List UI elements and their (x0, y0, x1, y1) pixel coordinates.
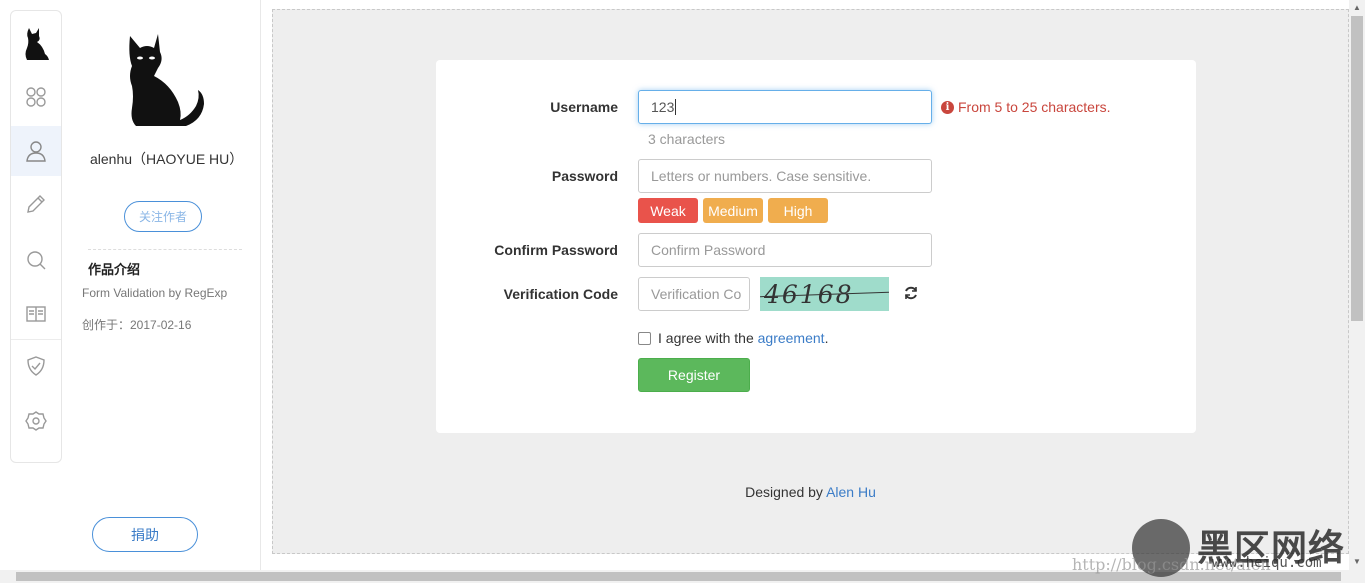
register-form-card: Username 123 i From 5 to 25 characters. … (436, 60, 1196, 433)
scroll-up-icon[interactable]: ▲ (1353, 3, 1361, 12)
intro-title: 作品介绍 (88, 262, 141, 277)
cat-logo-icon[interactable] (11, 19, 61, 69)
search-icon[interactable] (11, 235, 61, 285)
demo-area: Username 123 i From 5 to 25 characters. … (272, 9, 1349, 554)
settings-icon[interactable] (11, 396, 61, 446)
password-label: Password (551, 168, 618, 184)
author-panel: alenhu（HAOYUE HU） 关注作者 作品介绍 Form Validat… (70, 0, 260, 583)
book-icon[interactable] (11, 289, 61, 339)
vertical-scroll-thumb[interactable] (1351, 16, 1363, 321)
agreement-text: I agree with the agreement. (658, 330, 829, 346)
username-char-count: 3 characters (648, 131, 726, 147)
username-error: i From 5 to 25 characters. (941, 99, 1111, 115)
follow-author-button[interactable]: 关注作者 (124, 201, 202, 232)
strength-high: High (768, 198, 828, 223)
agreement-link[interactable]: agreement (758, 330, 825, 346)
username-input[interactable]: 123 (638, 90, 932, 124)
captcha-image[interactable]: 46168 (760, 277, 889, 311)
user-icon[interactable] (11, 126, 61, 176)
shield-icon[interactable] (11, 341, 61, 391)
footer-author-link[interactable]: Alen Hu (826, 484, 876, 500)
icon-rail (10, 10, 62, 463)
watermark-url: www.heiqu.com (1212, 555, 1322, 571)
vertical-scrollbar[interactable]: ▲ ▼ (1349, 0, 1365, 570)
created-date: 创作于：2017-02-16 (82, 318, 192, 332)
pencil-icon[interactable] (11, 179, 61, 229)
apps-icon[interactable] (11, 72, 61, 122)
author-name: alenhu（HAOYUE HU） (90, 151, 244, 167)
verification-code-label: Verification Code (503, 286, 618, 302)
confirm-password-input[interactable]: Confirm Password (638, 233, 932, 267)
site-watermark: 黑区网络 http://blog.csdn.net/alen www.heiqu… (1072, 517, 1352, 577)
error-icon: i (941, 100, 954, 114)
divider (88, 249, 242, 250)
confirm-password-label: Confirm Password (494, 242, 618, 258)
register-button[interactable]: Register (638, 358, 750, 392)
username-error-text: From 5 to 25 characters. (958, 99, 1111, 115)
strength-weak: Weak (638, 198, 698, 223)
refresh-icon[interactable] (903, 285, 919, 301)
verification-code-input[interactable]: Verification Co (638, 277, 750, 311)
intro-description: Form Validation by RegExp (82, 286, 228, 300)
agreement-row: I agree with the agreement. (638, 330, 828, 346)
username-label: Username (550, 99, 618, 115)
donate-button[interactable]: 捐助 (92, 517, 198, 552)
password-input[interactable]: Letters or numbers. Case sensitive. (638, 159, 932, 193)
scroll-down-icon[interactable]: ▼ (1353, 557, 1361, 566)
cat-avatar-icon (129, 34, 204, 126)
agreement-checkbox[interactable] (638, 331, 651, 345)
strength-medium: Medium (703, 198, 763, 223)
panel-divider (260, 0, 261, 570)
footer: Designed by Alen Hu (745, 484, 876, 500)
